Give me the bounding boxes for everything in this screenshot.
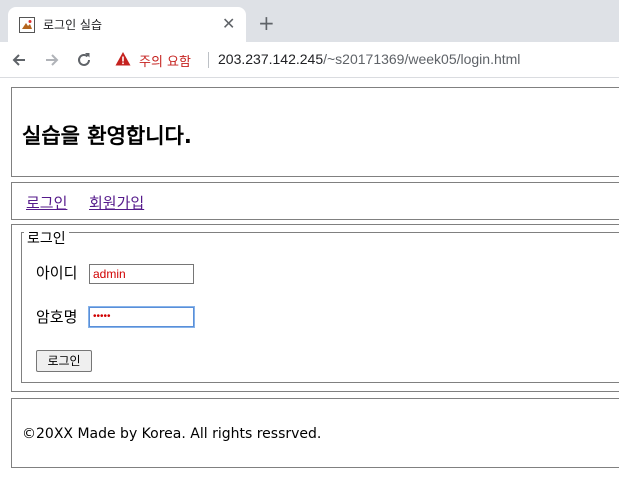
tab-title: 로그인 실습 bbox=[43, 18, 103, 32]
browser-toolbar: 주의 요함 203.237.142.245/~s20171369/week05/… bbox=[0, 42, 619, 78]
forward-arrow-icon[interactable] bbox=[42, 50, 62, 70]
signup-link[interactable]: 회원가입 bbox=[89, 192, 144, 213]
address-bar[interactable]: 203.237.142.245/~s20171369/week05/login.… bbox=[218, 51, 520, 67]
url-host: 203.237.142.245 bbox=[218, 51, 324, 67]
page-favicon-icon bbox=[19, 17, 35, 33]
footer-text: ©20XX Made by Korea. All rights ressrved… bbox=[22, 426, 322, 442]
url-path: /~s20171369/week05/login.html bbox=[323, 51, 521, 67]
login-link[interactable]: 로그인 bbox=[26, 192, 67, 213]
browser-tabstrip: 로그인 실습 ✕ + bbox=[0, 0, 619, 42]
reload-icon[interactable] bbox=[74, 50, 94, 70]
password-label: 암호명 bbox=[36, 308, 78, 326]
close-tab-icon[interactable]: ✕ bbox=[222, 15, 235, 33]
footer-section: ©20XX Made by Korea. All rights ressrved… bbox=[11, 398, 619, 468]
omnibox-divider bbox=[208, 52, 209, 68]
security-warning-label[interactable]: 주의 요함 bbox=[139, 51, 191, 70]
page-title: 실습을 환영합니다. bbox=[22, 124, 192, 148]
warning-triangle-icon[interactable] bbox=[115, 51, 131, 67]
new-tab-icon[interactable]: + bbox=[258, 13, 275, 33]
browser-tab[interactable]: 로그인 실습 ✕ bbox=[8, 7, 246, 42]
back-arrow-icon[interactable] bbox=[9, 50, 29, 70]
login-legend: 로그인 bbox=[24, 228, 69, 248]
password-input[interactable]: ••••• bbox=[88, 306, 195, 328]
id-input[interactable]: admin bbox=[89, 264, 194, 284]
nav-section: 로그인 회원가입 bbox=[11, 182, 619, 220]
login-submit-button[interactable]: 로그인 bbox=[36, 350, 92, 372]
id-label: 아이디 bbox=[36, 264, 78, 282]
page-content: 실습을 환영합니다. 로그인 회원가입 ©20XX Made by Korea.… bbox=[0, 79, 619, 494]
header-section: 실습을 환영합니다. bbox=[11, 87, 619, 177]
